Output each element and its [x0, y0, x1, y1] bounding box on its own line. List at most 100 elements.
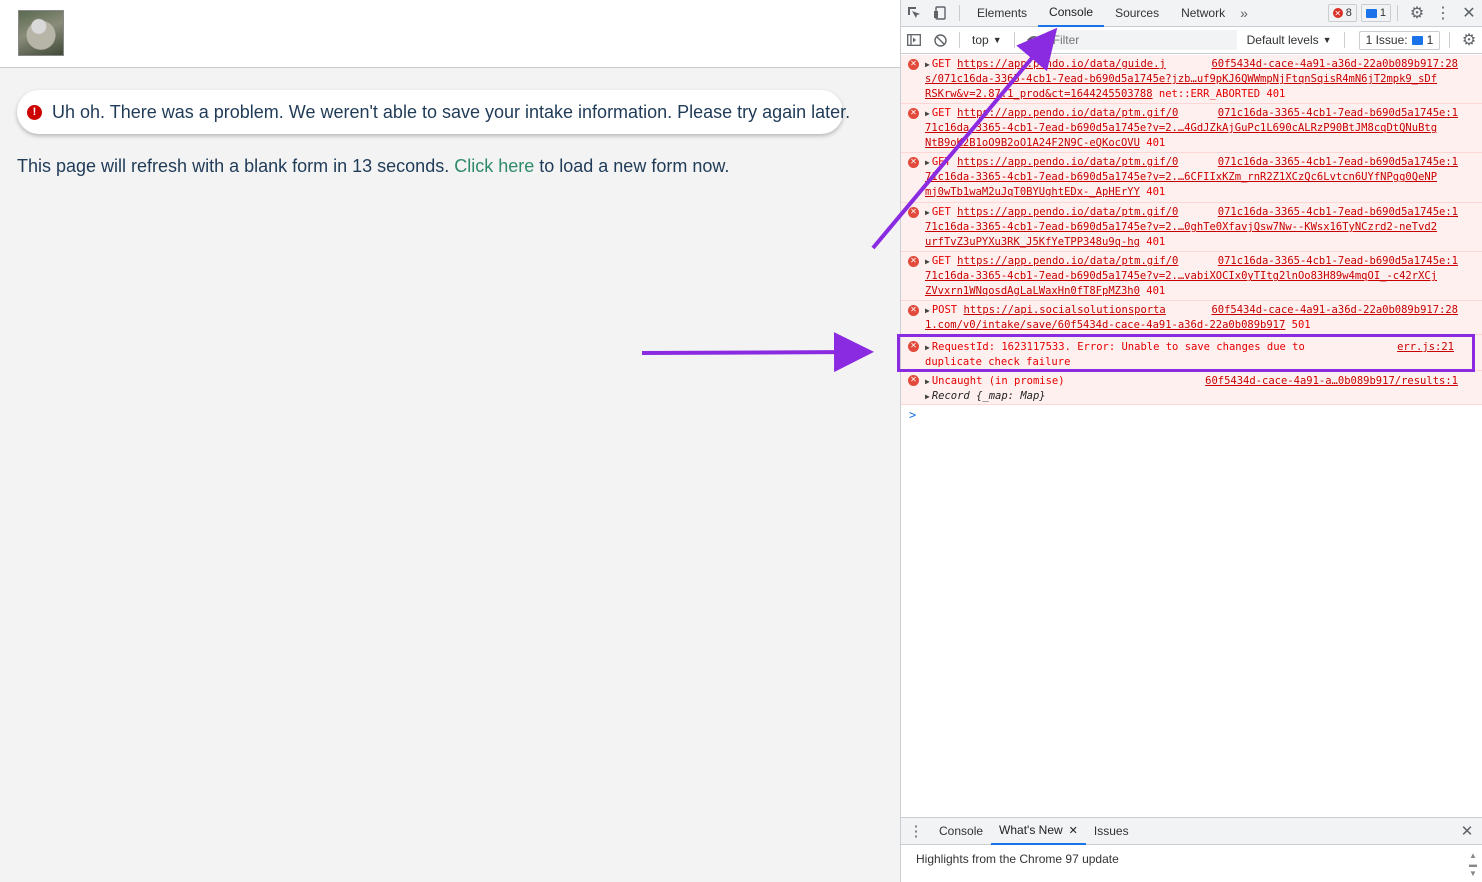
console-settings-gear-icon[interactable]: ⚙ — [1456, 30, 1482, 50]
request-method: POST — [931, 304, 958, 316]
message-icon — [1365, 8, 1377, 18]
separator — [1397, 5, 1398, 21]
message-source-link[interactable]: 071c16da-3365-4cb1-7ead-b690d5a1745e:1 — [1218, 155, 1458, 169]
close-tab-icon[interactable]: ✕ — [1069, 824, 1078, 837]
tab-elements[interactable]: Elements — [966, 0, 1038, 27]
message-count-badge[interactable]: 1 — [1360, 4, 1391, 22]
request-url-cont[interactable]: 71c16da-3365-4cb1-7ead-b690d5a1745e?v=2.… — [925, 221, 1437, 233]
refresh-message: This page will refresh with a blank form… — [17, 156, 729, 177]
error-count-badge[interactable]: ✕ 8 — [1327, 4, 1357, 22]
click-here-link[interactable]: Click here — [454, 156, 534, 176]
console-error-row[interactable]: ✕ 071c16da-3365-4cb1-7ead-b690d5a1745e:1… — [901, 252, 1482, 301]
request-url-cont[interactable]: ZVvxrn1WNqosdAgLaLWaxHn0fT8FpMZ3h0 — [925, 285, 1140, 297]
request-status: 401 — [1146, 136, 1166, 149]
issues-count: 1 — [1426, 33, 1434, 47]
drawer-tab-whats-new[interactable]: What's New ✕ — [991, 818, 1086, 845]
log-levels-dropdown[interactable]: Default levels ▼ — [1241, 33, 1338, 47]
request-url[interactable]: https://app.pendo.io/data/ptm.gif/0 — [957, 255, 1178, 267]
expand-triangle-icon[interactable]: ▶ — [925, 306, 930, 315]
issue-icon — [1411, 35, 1423, 45]
refresh-suffix: to load a new form now. — [534, 156, 730, 176]
console-prompt[interactable]: > — [909, 408, 916, 422]
request-url[interactable]: https://api.socialsolutionsporta — [963, 304, 1165, 316]
context-label: top — [972, 33, 989, 47]
request-url-cont[interactable]: 71c16da-3365-4cb1-7ead-b690d5a1745e?v=2.… — [925, 122, 1437, 134]
expand-triangle-icon[interactable]: ▶ — [925, 60, 930, 69]
uncaught-error-row[interactable]: ✕ 60f5434d-cace-4a91-a…0b089b917/results… — [901, 371, 1482, 405]
tab-network[interactable]: Network — [1170, 0, 1236, 27]
error-icon: ✕ — [908, 157, 919, 168]
request-url[interactable]: https://app.pendo.io/data/guide.j — [957, 58, 1166, 70]
error-icon: ✕ — [908, 375, 919, 386]
dropdown-arrow-icon: ▼ — [992, 35, 1002, 45]
context-selector[interactable]: top ▼ — [966, 33, 1008, 47]
message-source-link[interactable]: 071c16da-3365-4cb1-7ead-b690d5a1745e:1 — [1218, 205, 1458, 219]
close-devtools-icon[interactable]: ✕ — [1456, 3, 1482, 23]
console-error-row[interactable]: ✕ 071c16da-3365-4cb1-7ead-b690d5a1745e:1… — [901, 153, 1482, 203]
expand-triangle-icon[interactable]: ▶ — [925, 377, 930, 386]
console-error-row[interactable]: ✕ 60f5434d-cace-4a91-a36d-22a0b089b917:2… — [901, 301, 1482, 335]
more-tabs-icon[interactable]: » — [1236, 0, 1252, 27]
message-source-link[interactable]: 071c16da-3365-4cb1-7ead-b690d5a1745e:1 — [1218, 106, 1458, 120]
message-source-link[interactable]: 60f5434d-cace-4a91-a36d-22a0b089b917:28 — [1211, 303, 1458, 317]
request-url-cont[interactable]: mj0wTb1waM2uJqT0BYUghtEDx-_ApHErYY — [925, 186, 1140, 198]
web-page: ! Uh oh. There was a problem. We weren't… — [0, 0, 900, 882]
request-url-cont[interactable]: NtB9oK2B1oO9B2oO1A24F2N9C-eQKocOVU — [925, 137, 1140, 149]
error-icon: ✕ — [908, 305, 919, 316]
sidebar-toggle-icon[interactable] — [901, 34, 927, 46]
console-error-row[interactable]: ✕ 60f5434d-cace-4a91-a36d-22a0b089b917:2… — [901, 55, 1482, 104]
request-status: 501 — [1291, 319, 1311, 332]
error-icon: ✕ — [908, 59, 919, 70]
expand-triangle-icon[interactable]: ▶ — [925, 257, 930, 266]
devtools-tab-bar: Elements Console Sources Network » ✕ 8 1… — [901, 0, 1482, 27]
drawer-tab-console[interactable]: Console — [931, 818, 991, 845]
request-url[interactable]: https://app.pendo.io/data/ptm.gif/0 — [957, 156, 1178, 168]
drawer-tab-bar: ⋮ Console What's New ✕ Issues ✕ — [901, 817, 1482, 845]
close-drawer-icon[interactable]: ✕ — [1452, 822, 1482, 840]
request-status: 401 — [1146, 235, 1166, 248]
inspect-element-icon[interactable] — [901, 6, 927, 20]
expand-triangle-icon[interactable]: ▶ — [925, 392, 930, 401]
settings-gear-icon[interactable]: ⚙ — [1404, 3, 1430, 23]
more-options-icon[interactable]: ⋮ — [1430, 3, 1456, 23]
request-url[interactable]: https://app.pendo.io/data/ptm.gif/0 — [957, 206, 1178, 218]
message-source-link[interactable]: 071c16da-3365-4cb1-7ead-b690d5a1745e:1 — [1218, 254, 1458, 268]
page-header — [0, 0, 900, 68]
clear-console-icon[interactable] — [927, 33, 953, 47]
error-count: 8 — [1345, 7, 1352, 19]
request-url-cont[interactable]: 71c16da-3365-4cb1-7ead-b690d5a1745e?v=2.… — [925, 171, 1437, 183]
expand-triangle-icon[interactable]: ▶ — [925, 158, 930, 167]
avatar — [18, 10, 64, 56]
separator — [1013, 32, 1015, 48]
request-url-cont[interactable]: 1.com/v0/intake/save/60f5434d-cace-4a91-… — [925, 319, 1285, 331]
request-url-cont[interactable]: 71c16da-3365-4cb1-7ead-b690d5a1745e?v=2.… — [925, 270, 1437, 282]
issues-button[interactable]: 1 Issue: 1 — [1358, 30, 1441, 50]
request-url-cont[interactable]: urfTvZ3uPYXu3RK_J5KfYeTPP348u9q-hg — [925, 236, 1140, 248]
dropdown-arrow-icon: ▼ — [1322, 35, 1332, 45]
separator — [959, 5, 960, 21]
tab-sources[interactable]: Sources — [1104, 0, 1170, 27]
device-toggle-icon[interactable] — [927, 6, 953, 20]
tab-console[interactable]: Console — [1038, 0, 1105, 27]
request-url-cont[interactable]: RSKrw&v=2.87.1_prod&ct=1644245503788 — [925, 88, 1153, 100]
drawer-tab-issues[interactable]: Issues — [1086, 818, 1137, 845]
message-source-link[interactable]: 60f5434d-cace-4a91-a36d-22a0b089b917:28 — [1211, 57, 1458, 71]
levels-label: Default levels — [1246, 33, 1319, 47]
record-object[interactable]: Record {_map: Map} — [932, 390, 1046, 402]
filter-input[interactable] — [1046, 30, 1237, 50]
console-error-row[interactable]: ✕ 071c16da-3365-4cb1-7ead-b690d5a1745e:1… — [901, 104, 1482, 153]
alert-text: Uh oh. There was a problem. We weren't a… — [52, 101, 851, 122]
request-url[interactable]: https://app.pendo.io/data/ptm.gif/0 — [957, 107, 1178, 119]
expand-triangle-icon[interactable]: ▶ — [925, 208, 930, 217]
error-icon: ✕ — [1332, 8, 1343, 18]
request-method: GET — [931, 58, 951, 70]
request-url-cont[interactable]: s/071c16da-3365-4cb1-7ead-b690d5a1745e?j… — [925, 73, 1437, 85]
expand-triangle-icon[interactable]: ▶ — [925, 109, 930, 118]
results-source-link[interactable]: 60f5434d-cace-4a91-a…0b089b917/results:1 — [1205, 374, 1458, 388]
drawer-menu-icon[interactable]: ⋮ — [901, 822, 931, 840]
live-expression-eye-icon[interactable] — [1021, 35, 1047, 45]
drawer-scrollbar[interactable]: ▲ ▬ ▼ — [1468, 851, 1478, 878]
separator — [1343, 32, 1345, 48]
request-method: GET — [931, 255, 951, 267]
console-error-row[interactable]: ✕ 071c16da-3365-4cb1-7ead-b690d5a1745e:1… — [901, 203, 1482, 252]
